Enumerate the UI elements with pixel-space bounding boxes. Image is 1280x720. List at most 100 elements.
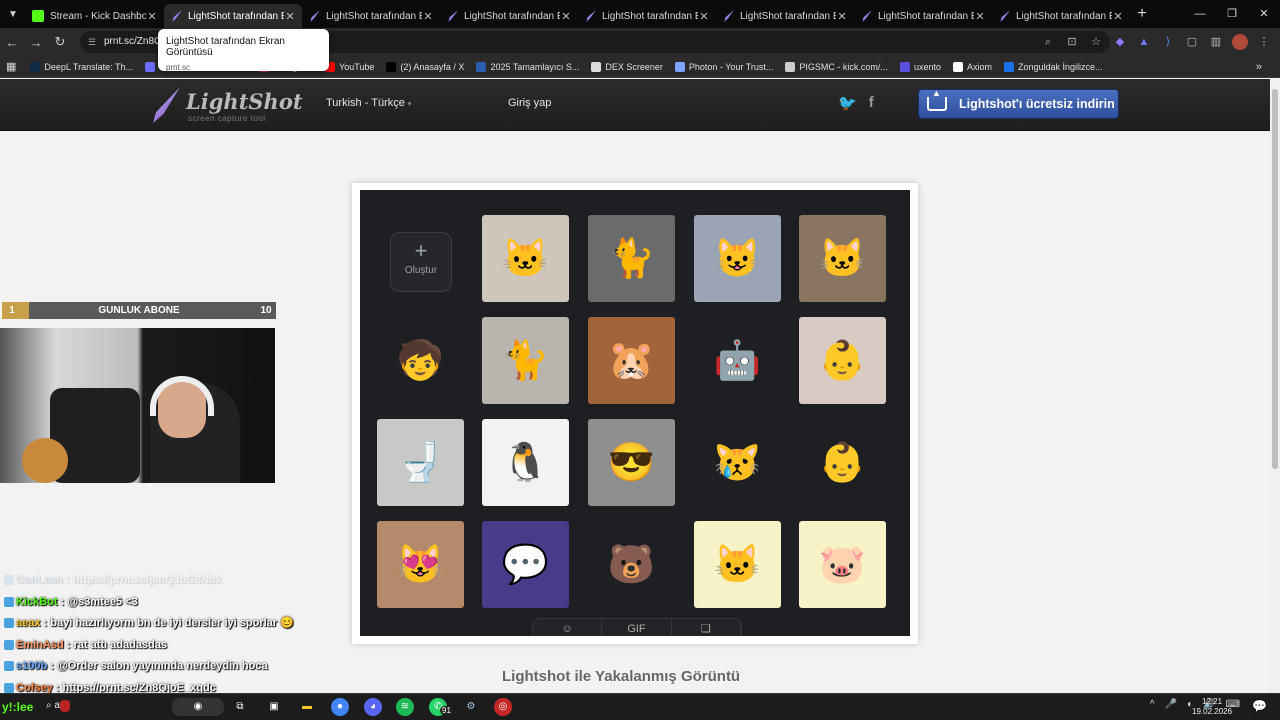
extension-icon[interactable]: ▲ [1136,34,1152,50]
bookmark-item[interactable]: PIGSMC - kick.com/... [785,61,888,72]
reload-button[interactable]: ↻ [48,34,72,50]
sticker-image-icon: 😺 [713,237,762,280]
taskbar-start-text[interactable]: y!:lee [2,700,33,714]
chrome-icon[interactable]: ● [331,698,349,716]
microphone-icon[interactable]: 🎤 [1165,699,1177,710]
scrollbar-thumb[interactable] [1272,89,1278,469]
browser-tab[interactable]: LightShot tarafından Ekra✕ [716,4,854,28]
bookmark-item[interactable]: YouTube [325,61,375,72]
extension-icon[interactable]: ⟩ [1160,34,1176,50]
app-icon[interactable]: ▣ [265,698,283,716]
more-bookmarks-icon[interactable]: » [1256,61,1262,73]
bookmark-label: YouTube [339,61,375,72]
browser-tab[interactable]: LightShot tarafından Ekra✕ [578,4,716,28]
close-tab-icon[interactable]: ✕ [560,10,572,23]
spotify-icon[interactable]: ≋ [396,698,414,716]
taskbar-widget[interactable]: ◉ [172,698,224,716]
taskbar-clock[interactable]: 12:21 19.02.2026 [1192,697,1232,717]
task-view-icon[interactable]: ⧉ [231,698,249,716]
close-tab-icon[interactable]: ✕ [1112,10,1124,23]
file-explorer-icon[interactable]: ▬ [298,698,316,716]
profile-avatar[interactable] [1232,34,1248,50]
browser-tab[interactable]: LightShot tarafından Ekra✕ [440,4,578,28]
tab-search-icon[interactable]: ▼ [0,0,26,28]
download-button[interactable]: Lightshot'ı ücretsiz indirin [918,88,1119,119]
facebook-icon[interactable]: f [869,94,874,112]
sub-goal-bar: 1 GUNLUK ABONE 10 [2,302,276,319]
login-link[interactable]: Giriş yap [508,97,551,109]
recording-app-icon[interactable]: ◎ [494,698,512,716]
teddy-bear [22,438,68,483]
download-icon [927,88,947,111]
minimize-button[interactable]: — [1184,0,1216,28]
install-app-icon[interactable]: ⊡ [1064,34,1080,50]
maximize-button[interactable]: ❐ [1216,0,1248,28]
close-tab-icon[interactable]: ✕ [836,10,848,23]
taskbar-search[interactable]: ⌕ a [46,700,60,711]
bookmark-item[interactable]: 2025 Tamamlayıcı S... [476,61,579,72]
sticker-item: 💬 [482,521,569,608]
chat-badge-icon [4,682,14,693]
tab-label: LightShot tarafından Ekra [188,10,284,22]
chat-badge-icon [4,575,14,586]
tab-label: LightShot tarafından Ekra [1016,10,1112,22]
notification-icon[interactable]: 💬 [1252,699,1267,713]
language-selector[interactable]: Turkish - Türkçe ▾ [326,97,411,109]
twitter-icon[interactable]: 🐦 [838,94,857,112]
sticker-item: 😿 [694,419,781,506]
close-window-button[interactable]: ✕ [1248,0,1280,28]
zoom-icon[interactable]: ⌕ [1040,34,1056,50]
browser-tab[interactable]: LightShot tarafından Ekra✕ [992,4,1130,28]
browser-tabbar: ▼ Stream - Kick Dashboard✕LightShot tara… [0,0,1280,28]
page-scrollbar[interactable] [1270,79,1280,693]
browser-tab[interactable]: Stream - Kick Dashboard✕ [26,4,164,28]
bookmark-item[interactable]: (2) Anasayfa / X [386,61,464,72]
discord-icon[interactable]: ◕ [364,698,382,716]
lightshot-header: LightShot screen capture tool Turkish - … [0,79,1270,131]
browser-tab[interactable]: LightShot tarafından Ekra✕ [302,4,440,28]
chat-text: @Order salon yayınında nerdeydin hoca [56,660,268,672]
apps-grid-icon[interactable]: ▦ [6,60,16,73]
extension-icon[interactable]: ◆ [1112,34,1128,50]
chat-message: s100b : @Order salon yayınında nerdeydin… [4,656,324,678]
forward-button[interactable]: → [24,35,48,50]
bookmark-favicon-icon [899,61,910,72]
bookmark-item[interactable]: Photon - Your Trust... [674,61,773,72]
page-caption: Lightshot ile Yakalanmış Görüntü [502,668,741,685]
close-tab-icon[interactable]: ✕ [146,10,158,23]
sticker-item: 🧒 [377,317,464,404]
bookmark-favicon-icon [30,61,41,72]
close-tab-icon[interactable]: ✕ [284,10,296,23]
back-button[interactable]: ← [0,35,24,50]
sticker-image-icon: 💬 [501,543,550,586]
download-label: Lightshot'ı ücretsiz indirin [959,97,1115,111]
sticker-item: 🐈 [588,215,675,302]
bookmark-item[interactable]: Zonguldak İngilizce... [1003,61,1103,72]
site-info-icon[interactable]: ☰ [88,31,96,53]
bookmark-item[interactable]: uxento [899,61,941,72]
menu-icon[interactable]: ⋮ [1256,34,1272,50]
sticker-image-icon: 😿 [713,441,762,484]
browser-tab[interactable]: LightShot tarafından Ekra✕ [164,4,302,28]
browser-tab[interactable]: LightShot tarafından Ekra✕ [854,4,992,28]
bookmark-star-icon[interactable]: ☆ [1088,34,1104,50]
bookmark-item[interactable]: Axiom [952,61,992,72]
chat-badge-icon [4,639,14,650]
close-tab-icon[interactable]: ✕ [974,10,986,23]
split-view-icon[interactable]: ▥ [1208,34,1224,50]
steam-icon[interactable]: ⚙ [462,698,480,716]
sticker-image-icon: 🐱 [713,543,762,586]
lightshot-logo[interactable]: LightShot screen capture tool [150,87,303,125]
bookmark-item[interactable]: DeepL Translate: Th... [30,61,133,72]
close-tab-icon[interactable]: ✕ [422,10,434,23]
tooltip-title: LightShot tarafından Ekran Görüntüsü [166,36,285,58]
bookmark-label: DEX Screener [605,61,663,72]
tray-overflow-icon[interactable]: ^ [1150,699,1155,710]
new-tab-button[interactable]: + [1130,5,1154,23]
taskbar-preview-thumb[interactable] [60,700,70,712]
tab-label: LightShot tarafından Ekra [326,10,422,22]
close-tab-icon[interactable]: ✕ [698,10,710,23]
chat-username: ConLean [16,574,64,586]
extension-icon[interactable]: ▢ [1184,34,1200,50]
bookmark-item[interactable]: DEX Screener [591,61,663,72]
